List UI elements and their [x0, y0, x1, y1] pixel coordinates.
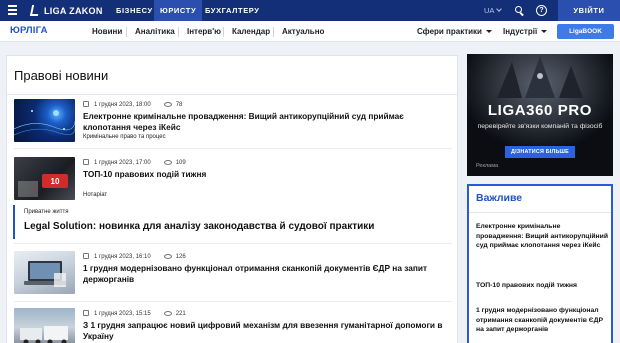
menu-icon[interactable]	[8, 5, 17, 15]
item-divider	[14, 301, 452, 302]
news-item[interactable]: 10 1 грудня 2023, 17:00 109 ТОП-10 правов…	[14, 157, 452, 201]
industries-dropdown[interactable]: Індустрії	[503, 21, 548, 42]
news-tag[interactable]: Кримінальне право та процес	[83, 134, 166, 140]
important-panel: Важливе Електронне кримінальне проваджен…	[467, 184, 613, 343]
laptop-image	[24, 261, 66, 287]
ligabook-button[interactable]: LigaBOOK	[557, 24, 614, 39]
news-headline[interactable]: З 1 грудня запрацює новий цифровий механ…	[83, 320, 443, 341]
eye-icon	[163, 254, 172, 259]
calendar-icon	[83, 159, 89, 165]
panel-divider	[469, 212, 611, 213]
featured-news-item[interactable]: Приватне життя Legal Solution: новинка д…	[13, 205, 453, 239]
eye-icon	[163, 311, 172, 316]
nav-divider	[178, 27, 179, 37]
language-select[interactable]: UA	[484, 0, 503, 21]
section-nav: ЮРЛІГА Новини Аналітика Інтерв'ю Календа…	[0, 21, 620, 42]
liga360-pro-logo: LIGA360 PRO	[487, 102, 593, 119]
caret-down-icon	[541, 30, 548, 33]
item-divider	[14, 148, 452, 149]
item-divider	[14, 243, 452, 244]
news-tag[interactable]: Приватне життя	[24, 209, 69, 215]
nav-item-analytics[interactable]: Аналітика	[135, 21, 175, 42]
top-link-business[interactable]: БІЗНЕСУ	[110, 0, 159, 21]
news-thumbnail[interactable]	[14, 308, 75, 343]
top-bar: LIGA ZAKON БІЗНЕСУ ЮРИСТУ БУХГАЛТЕРУ UA …	[0, 0, 620, 21]
yurliga-logo[interactable]: ЮРЛІГА	[10, 25, 48, 36]
top-link-lawyer[interactable]: ЮРИСТУ	[154, 0, 203, 21]
important-item[interactable]: ТОП-10 правових подій тижня	[476, 281, 608, 291]
top-link-accountant[interactable]: БУХГАЛТЕРУ	[199, 0, 266, 21]
news-tag[interactable]: Нотаріат	[83, 192, 107, 198]
eye-icon	[163, 160, 172, 165]
news-meta: 1 грудня 2023, 16:10 126	[83, 252, 186, 260]
calendar-icon	[83, 310, 89, 316]
practice-areas-dropdown[interactable]: Сфери практики	[417, 21, 492, 42]
news-headline[interactable]: Legal Solution: новинка для аналізу зако…	[24, 221, 374, 232]
important-item[interactable]: 1 грудня модернізовано функціонал отрима…	[476, 306, 608, 335]
nav-item-interview[interactable]: Інтерв'ю	[187, 21, 221, 42]
news-thumbnail[interactable]: 10	[14, 157, 75, 200]
calendar-icon	[83, 253, 89, 259]
news-headline[interactable]: Електронне кримінальне провадження: Вищи…	[83, 111, 443, 132]
news-thumbnail[interactable]	[14, 99, 75, 142]
title-divider	[7, 94, 457, 95]
liga-logo-icon	[29, 5, 41, 16]
learn-more-button[interactable]: ДІЗНАТИСЯ БІЛЬШЕ	[505, 146, 575, 158]
nav-divider	[223, 27, 224, 37]
chevron-down-icon	[496, 6, 503, 12]
news-thumbnail[interactable]	[14, 251, 75, 294]
liga-zakon-logo[interactable]: LIGA ZAKON	[29, 4, 103, 17]
nav-item-news[interactable]: Новини	[92, 21, 122, 42]
important-title: Важливе	[476, 192, 523, 204]
nav-item-topical[interactable]: Актуально	[282, 21, 324, 42]
nav-item-calendar[interactable]: Календар	[232, 21, 270, 42]
nav-divider	[273, 27, 274, 37]
help-icon[interactable]: ?	[536, 5, 547, 16]
ad-label: Реклама	[476, 163, 499, 169]
news-headline[interactable]: ТОП-10 правових подій тижня	[83, 169, 443, 180]
news-item[interactable]: 1 грудня 2023, 15:15 221 З 1 грудня запра…	[14, 308, 452, 343]
nav-divider	[126, 27, 127, 37]
eye-icon	[163, 102, 172, 107]
news-headline[interactable]: 1 грудня модернізовано функціонал отрима…	[83, 263, 443, 284]
important-item[interactable]: Електронне кримінальне провадження: Вищи…	[476, 222, 608, 251]
login-button[interactable]: УВІЙТИ	[558, 0, 620, 21]
top10-image: 10	[18, 174, 68, 197]
caret-down-icon	[485, 30, 492, 33]
news-meta: 1 грудня 2023, 18:00 78	[83, 100, 182, 108]
trucks-image	[20, 326, 68, 343]
legal-news-panel: Правові новини 1 грудня 2023, 18:00 78 Ел…	[6, 55, 458, 343]
news-item[interactable]: 1 грудня 2023, 16:10 126 1 грудня модерні…	[14, 251, 452, 295]
svg-text:10: 10	[51, 177, 60, 186]
news-item[interactable]: 1 грудня 2023, 18:00 78 Електронне кримін…	[14, 99, 452, 143]
news-meta: 1 грудня 2023, 17:00 109	[83, 158, 186, 166]
liga360-ad-banner[interactable]: LIGA360 PRO перевіряйте зв'язки компаній…	[467, 54, 613, 176]
digital-network-image	[14, 110, 75, 136]
news-meta: 1 грудня 2023, 15:15 221	[83, 309, 186, 317]
search-icon[interactable]	[515, 6, 524, 16]
calendar-icon	[83, 101, 89, 107]
ad-text: перевіряйте зв'язки компаній та фізосіб	[477, 123, 603, 130]
page-title: Правові новини	[14, 68, 109, 83]
